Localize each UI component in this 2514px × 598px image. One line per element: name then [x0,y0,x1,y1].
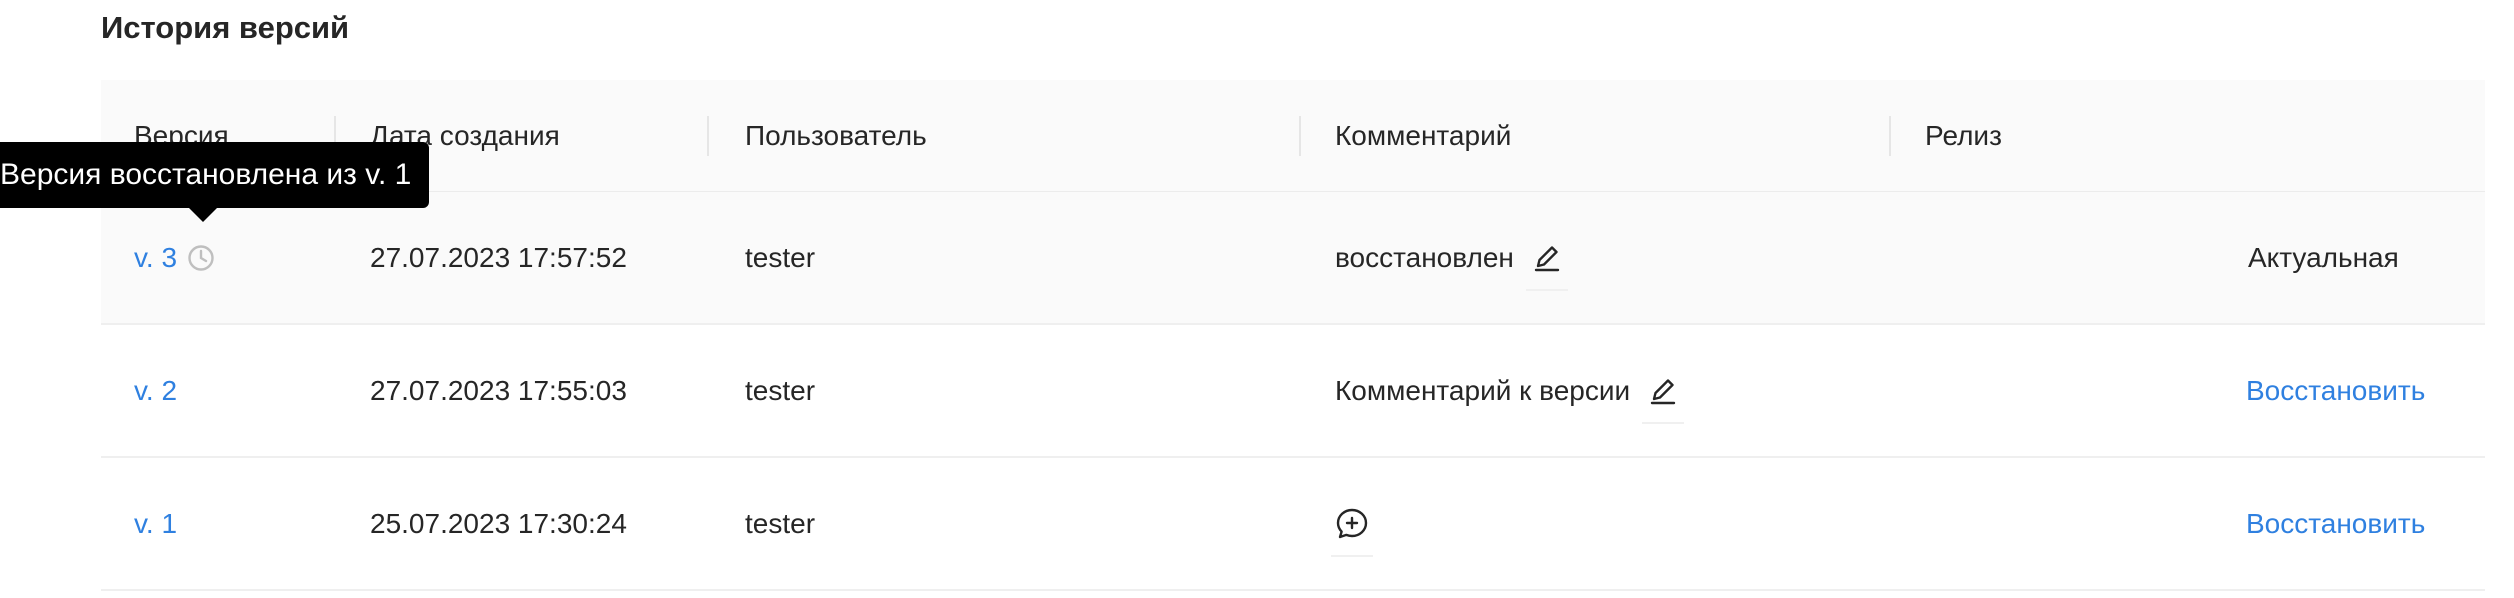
column-separator [707,116,709,156]
restored-from-tooltip: Версия восстановлена из v. 1 [0,142,430,222]
release-status: Актуальная [2248,241,2399,273]
user-cell: tester [745,241,816,273]
version-history-table: Версия Дата создания Пользователь Коммен… [101,80,2485,591]
column-header-release[interactable]: Релиз [1925,80,2002,191]
date-cell: 25.07.2023 17:30:24 [370,507,627,539]
edit-comment-button[interactable] [1522,233,1572,291]
table-row: v. 3 27.07.2023 17:57:52 tester восстано… [101,192,2485,325]
comment-cell: восстановлен [1335,192,1572,323]
column-separator [1299,116,1301,156]
comment-text: восстановлен [1335,241,1514,273]
comment-cell: Комментарий к версии [1335,325,1688,456]
user-cell: tester [745,507,816,539]
page-title: История версий [101,10,350,45]
comment-text: Комментарий к версии [1335,374,1631,406]
restore-button[interactable]: Восстановить [2246,325,2425,456]
add-comment-button[interactable] [1327,499,1377,557]
comment-cell [1327,458,1377,589]
date-cell: 27.07.2023 17:57:52 [370,241,627,273]
add-comment-icon [1336,508,1368,538]
table-row: v. 2 27.07.2023 17:55:03 tester Коммента… [101,325,2485,458]
edit-comment-button[interactable] [1638,366,1688,424]
version-link[interactable]: v. 3 [134,242,177,274]
column-separator [1889,116,1891,156]
table-row: v. 1 25.07.2023 17:30:24 tester Восстано… [101,458,2485,591]
version-cell: v. 1 [134,458,177,589]
version-link[interactable]: v. 2 [134,375,177,407]
pencil-icon [1534,245,1560,271]
table-header: Версия Дата создания Пользователь Коммен… [101,80,2485,192]
restore-button[interactable]: Восстановить [2246,458,2425,589]
version-cell: v. 2 [134,325,177,456]
history-icon[interactable] [187,244,215,272]
column-header-comment[interactable]: Комментарий [1335,80,1511,191]
column-header-user[interactable]: Пользователь [745,80,927,191]
user-cell: tester [745,374,816,406]
version-link[interactable]: v. 1 [134,508,177,540]
date-cell: 27.07.2023 17:55:03 [370,374,627,406]
pencil-icon [1650,378,1676,404]
